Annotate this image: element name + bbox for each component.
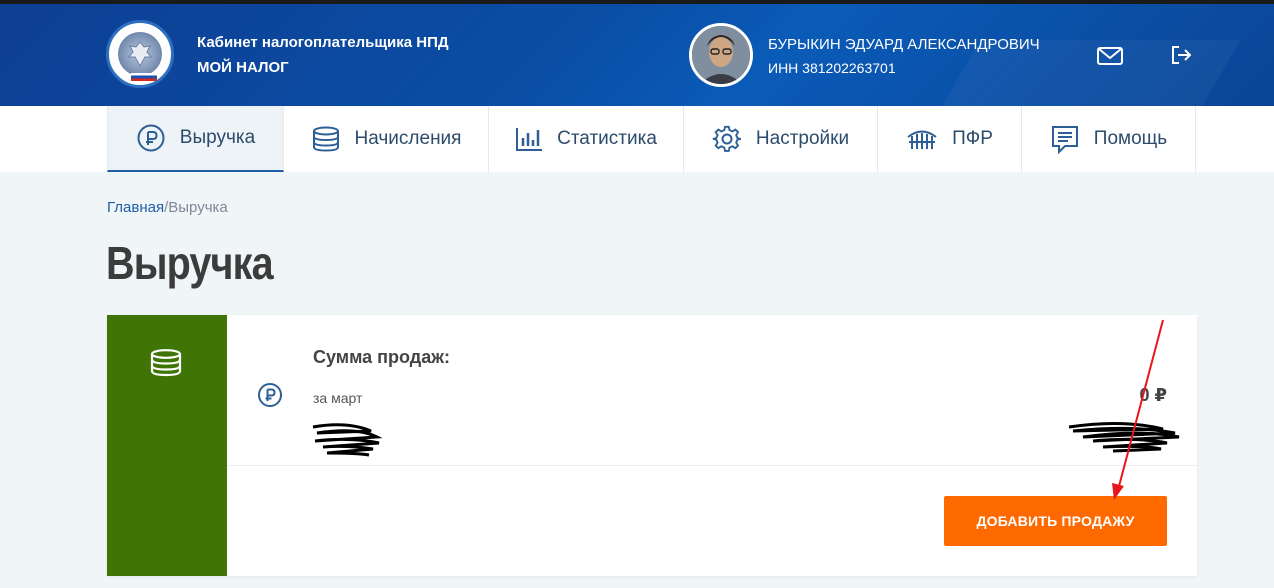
- chat-icon: [1051, 126, 1078, 154]
- pfr-icon: [907, 130, 937, 149]
- bar-chart-icon: [516, 128, 543, 151]
- page-title: Выручка: [106, 237, 274, 289]
- tab-help[interactable]: Помощь: [1022, 106, 1196, 172]
- breadcrumb-current: Выручка: [168, 199, 228, 216]
- tab-settings[interactable]: Настройки: [684, 106, 878, 172]
- main-nav: Выручка Начисления Статистика Настройки …: [0, 106, 1274, 172]
- flag-icon: [131, 73, 157, 81]
- user-inn: ИНН 381202263701: [768, 60, 896, 76]
- redaction-scribble: [1068, 421, 1180, 453]
- tab-accruals-label: Начисления: [354, 128, 462, 149]
- tab-settings-label: Настройки: [755, 128, 850, 149]
- header: Кабинет налогоплательщика НПД МОЙ НАЛОГ …: [0, 0, 1274, 106]
- sales-amount: 0 ₽: [1139, 385, 1167, 405]
- tab-statistics-label: Статистика: [557, 128, 657, 149]
- breadcrumb-home[interactable]: Главная: [107, 199, 164, 216]
- tab-statistics[interactable]: Статистика: [489, 106, 684, 172]
- tab-revenue[interactable]: Выручка: [107, 106, 284, 172]
- tab-accruals[interactable]: Начисления: [284, 106, 489, 172]
- coins-icon: [150, 349, 182, 377]
- card-divider: [227, 465, 1197, 466]
- app-title: Кабинет налогоплательщика НПД: [197, 34, 449, 51]
- tab-revenue-label: Выручка: [179, 127, 256, 148]
- logout-icon[interactable]: [1168, 42, 1194, 68]
- tab-help-label: Помощь: [1093, 128, 1168, 149]
- gear-icon: [712, 125, 741, 152]
- ruble-icon: [137, 124, 165, 152]
- period-label: за март: [313, 390, 363, 406]
- mail-icon[interactable]: [1096, 44, 1124, 68]
- breadcrumb: Главная/Выручка: [107, 199, 228, 216]
- card-side-panel: [107, 315, 227, 576]
- emblem-icon: [118, 32, 162, 76]
- tab-pfr-label: ПФР: [952, 128, 993, 149]
- app-subtitle: МОЙ НАЛОГ: [197, 59, 289, 76]
- fns-logo[interactable]: [106, 20, 174, 88]
- user-name: БУРЫКИН ЭДУАРД АЛЕКСАНДРОВИЧ: [768, 36, 1040, 53]
- sales-sum-title: Сумма продаж:: [313, 347, 450, 367]
- tab-pfr[interactable]: ПФР: [878, 106, 1022, 172]
- avatar[interactable]: [689, 23, 753, 87]
- add-sale-button[interactable]: ДОБАВИТЬ ПРОДАЖУ: [944, 496, 1167, 546]
- coins-icon: [312, 126, 339, 152]
- revenue-card: Сумма продаж: за март 0 ₽ ДОБАВИТЬ ПРОДА…: [107, 315, 1197, 576]
- ruble-icon: [258, 383, 282, 407]
- redaction-scribble: [312, 423, 383, 457]
